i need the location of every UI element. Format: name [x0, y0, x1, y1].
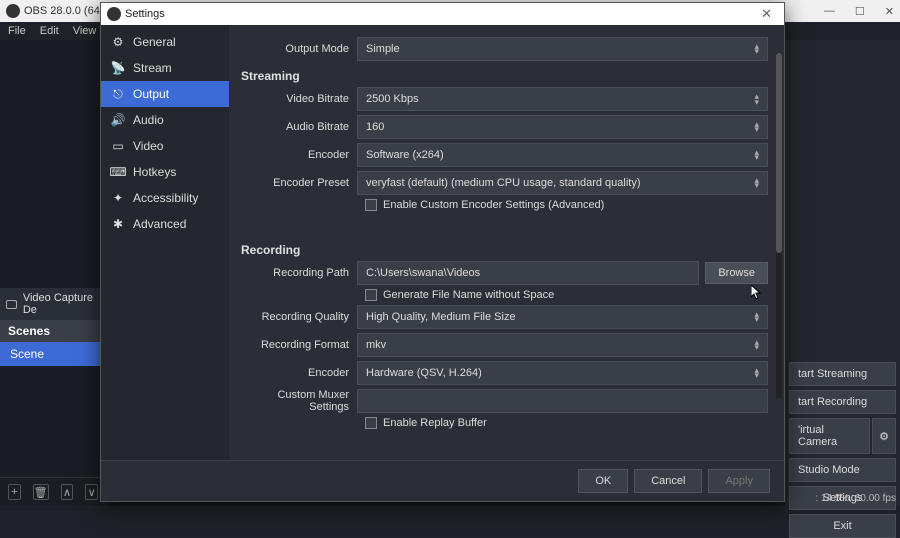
recording-quality-select[interactable]: High Quality, Medium File Size ▴▾: [357, 305, 768, 329]
delete-scene-button[interactable]: 🗑: [33, 484, 49, 500]
custom-muxer-input[interactable]: [357, 389, 768, 413]
apply-button[interactable]: Apply: [708, 469, 770, 493]
recording-path-label: Recording Path: [239, 267, 357, 279]
video-bitrate-label: Video Bitrate: [239, 93, 357, 105]
chevron-updown-icon: ▴▾: [754, 150, 759, 160]
nav-video[interactable]: ▭Video: [101, 133, 229, 159]
keyboard-icon: ⌨: [111, 165, 125, 179]
nav-hotkeys[interactable]: ⌨Hotkeys: [101, 159, 229, 185]
gear-icon: ⚙: [111, 35, 125, 49]
scene-item[interactable]: Scene: [0, 342, 106, 366]
output-icon: ⎋: [111, 87, 125, 101]
recording-encoder-label: Encoder: [239, 367, 357, 379]
minimize-icon[interactable]: —: [824, 5, 835, 18]
sources-row[interactable]: Video Capture De: [0, 288, 106, 320]
video-icon: ▭: [111, 139, 125, 153]
nav-accessibility[interactable]: ✦Accessibility: [101, 185, 229, 211]
enable-custom-encoder-checkbox[interactable]: Enable Custom Encoder Settings (Advanced…: [239, 199, 768, 211]
spinner-icon: ▴▾: [754, 93, 759, 105]
menu-edit[interactable]: Edit: [40, 25, 59, 37]
settings-nav: ⚙General 📡Stream ⎋Output 🔊Audio ▭Video ⌨…: [101, 25, 229, 460]
output-mode-label: Output Mode: [239, 43, 357, 55]
chevron-updown-icon: ▴▾: [754, 312, 759, 322]
generate-filename-checkbox[interactable]: Generate File Name without Space: [239, 289, 768, 301]
scenes-panel: Video Capture De Scenes Scene + 🗑 ∧ ∨: [0, 40, 106, 506]
streaming-encoder-label: Encoder: [239, 149, 357, 161]
antenna-icon: 📡: [111, 61, 125, 75]
maximize-icon[interactable]: ☐: [855, 5, 865, 18]
nav-stream[interactable]: 📡Stream: [101, 55, 229, 81]
move-up-button[interactable]: ∧: [61, 484, 74, 500]
streaming-section-title: Streaming: [241, 69, 768, 83]
nav-audio[interactable]: 🔊Audio: [101, 107, 229, 133]
virtual-camera-button[interactable]: 'irtual Camera: [789, 418, 870, 454]
custom-muxer-label: Custom Muxer Settings: [239, 389, 357, 413]
add-scene-button[interactable]: +: [8, 484, 21, 500]
settings-dialog: Settings ✕ ⚙General 📡Stream ⎋Output 🔊Aud…: [100, 2, 785, 502]
nav-output[interactable]: ⎋Output: [101, 81, 229, 107]
enable-replay-buffer-checkbox[interactable]: Enable Replay Buffer: [239, 417, 768, 429]
dialog-title: Settings: [125, 8, 165, 20]
start-streaming-button[interactable]: tart Streaming: [789, 362, 896, 386]
recording-quality-label: Recording Quality: [239, 311, 357, 323]
exit-button[interactable]: Exit: [789, 514, 896, 538]
virtual-camera-settings-button[interactable]: ⚙: [872, 418, 896, 454]
recording-format-label: Recording Format: [239, 339, 357, 351]
chevron-updown-icon: ▴▾: [754, 178, 759, 188]
status-bar: : 14.5%, 60.00 fps: [815, 493, 896, 504]
dialog-titlebar: Settings ✕: [101, 3, 784, 25]
controls-panel: tart Streaming tart Recording 'irtual Ca…: [785, 40, 900, 506]
scrollbar-thumb[interactable]: [776, 53, 782, 253]
speaker-icon: 🔊: [111, 113, 125, 127]
browse-button[interactable]: Browse: [705, 262, 768, 284]
accessibility-icon: ✦: [111, 191, 125, 205]
move-down-button[interactable]: ∨: [85, 484, 98, 500]
nav-general[interactable]: ⚙General: [101, 29, 229, 55]
settings-content: Output Mode Simple ▴▾ Streaming Video Bi…: [229, 25, 784, 460]
encoder-preset-label: Encoder Preset: [239, 177, 357, 189]
chevron-updown-icon: ▴▾: [754, 368, 759, 378]
recording-section-title: Recording: [241, 243, 768, 257]
ok-button[interactable]: OK: [578, 469, 628, 493]
audio-bitrate-label: Audio Bitrate: [239, 121, 357, 133]
scenes-header: Scenes: [0, 320, 106, 342]
streaming-encoder-select[interactable]: Software (x264) ▴▾: [357, 143, 768, 167]
close-icon[interactable]: ✕: [885, 5, 894, 18]
obs-logo-icon: [107, 7, 121, 21]
checkbox-icon: [365, 199, 377, 211]
video-bitrate-input[interactable]: 2500 Kbps ▴▾: [357, 87, 768, 111]
checkbox-icon: [365, 289, 377, 301]
recording-path-input[interactable]: C:\Users\swana\Videos: [357, 261, 699, 285]
checkbox-icon: [365, 417, 377, 429]
camera-icon: [6, 300, 17, 309]
encoder-preset-select[interactable]: veryfast (default) (medium CPU usage, st…: [357, 171, 768, 195]
recording-format-select[interactable]: mkv ▴▾: [357, 333, 768, 357]
menu-view[interactable]: View: [73, 25, 97, 37]
audio-bitrate-select[interactable]: 160 ▴▾: [357, 115, 768, 139]
chevron-updown-icon: ▴▾: [754, 122, 759, 132]
scene-tools: + 🗑 ∧ ∨: [0, 477, 106, 506]
output-mode-select[interactable]: Simple ▴▾: [357, 37, 768, 61]
chevron-updown-icon: ▴▾: [754, 44, 759, 54]
chevron-updown-icon: ▴▾: [754, 340, 759, 350]
studio-mode-button[interactable]: Studio Mode: [789, 458, 896, 482]
obs-logo-icon: [6, 4, 20, 18]
start-recording-button[interactable]: tart Recording: [789, 390, 896, 414]
nav-advanced[interactable]: ✱Advanced: [101, 211, 229, 237]
menu-file[interactable]: File: [8, 25, 26, 37]
cancel-button[interactable]: Cancel: [634, 469, 702, 493]
gear-icon: ⚙: [879, 430, 889, 443]
wrench-icon: ✱: [111, 217, 125, 231]
recording-encoder-select[interactable]: Hardware (QSV, H.264) ▴▾: [357, 361, 768, 385]
dialog-footer: OK Cancel Apply: [101, 460, 784, 501]
close-icon[interactable]: ✕: [755, 6, 778, 22]
